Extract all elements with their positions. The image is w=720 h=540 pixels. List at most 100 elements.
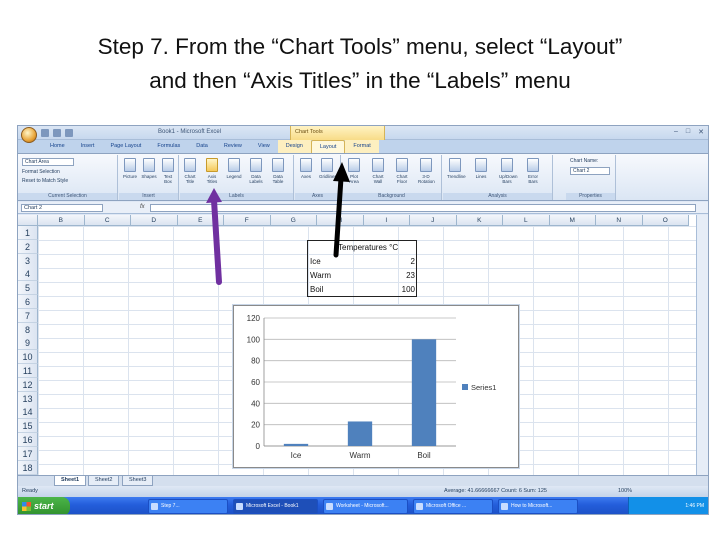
- column-header-b[interactable]: B: [38, 215, 85, 226]
- axes-button[interactable]: Axes: [298, 158, 314, 179]
- table-value-boil[interactable]: 100: [368, 283, 415, 297]
- legend-button[interactable]: Legend: [226, 158, 242, 179]
- taskbar-item[interactable]: Worksheet - Microsoft...: [323, 499, 408, 514]
- tab-home[interactable]: Home: [42, 140, 73, 153]
- row-header-3[interactable]: 3: [18, 253, 38, 268]
- axis-titles-button[interactable]: Axis Titles: [204, 158, 220, 184]
- column-header-i[interactable]: I: [363, 215, 410, 226]
- tab-design[interactable]: Design: [277, 140, 311, 153]
- row-header-5[interactable]: 5: [18, 281, 38, 296]
- row-header-8[interactable]: 8: [18, 322, 38, 337]
- name-box[interactable]: Chart 2: [21, 204, 103, 212]
- column-header-d[interactable]: D: [131, 215, 178, 226]
- row-header-12[interactable]: 12: [18, 377, 38, 392]
- column-header-o[interactable]: O: [642, 215, 689, 226]
- column-header-c[interactable]: C: [84, 215, 131, 226]
- taskbar-item-excel[interactable]: Microsoft Excel - Book1: [233, 499, 318, 514]
- row-header-4[interactable]: 4: [18, 267, 38, 282]
- column-header-m[interactable]: M: [549, 215, 596, 226]
- sheet-tab-sheet3[interactable]: Sheet3: [122, 476, 154, 486]
- row-header-13[interactable]: 13: [18, 391, 38, 406]
- row-header-6[interactable]: 6: [18, 295, 38, 309]
- column-header-n[interactable]: N: [596, 215, 643, 226]
- chart-floor-button[interactable]: Chart Floor: [394, 158, 410, 184]
- tab-data[interactable]: Data: [188, 140, 216, 153]
- tab-review[interactable]: Review: [216, 140, 250, 153]
- lines-button[interactable]: Lines: [473, 158, 489, 179]
- sheet-tab-sheet2[interactable]: Sheet2: [88, 476, 120, 486]
- tab-insert[interactable]: Insert: [73, 140, 103, 153]
- vertical-scrollbar[interactable]: [696, 215, 708, 475]
- group-label: Properties: [566, 193, 615, 200]
- column-header-g[interactable]: G: [270, 215, 317, 226]
- picture-button[interactable]: Picture: [122, 158, 138, 179]
- shapes-button[interactable]: Shapes: [141, 158, 157, 179]
- row-header-9[interactable]: 9: [18, 336, 38, 351]
- 3d-rotation-button[interactable]: 3-D Rotation: [418, 158, 435, 184]
- chart-wall-icon: [372, 158, 384, 172]
- table-value-warm[interactable]: 23: [368, 269, 415, 283]
- row-header-14[interactable]: 14: [18, 405, 38, 420]
- chart-object[interactable]: 0 20 40 60 80 100 120 Ice Warm Boil Series1: [233, 305, 519, 468]
- text-box-button[interactable]: Text Box: [160, 158, 176, 184]
- select-all-corner[interactable]: [18, 215, 38, 226]
- worksheet-grid[interactable]: Temperatures °C Ice Warm Boil 2 23 100 0…: [18, 215, 708, 475]
- data-table-button[interactable]: Data Table: [270, 158, 286, 184]
- redo-icon[interactable]: [65, 129, 73, 137]
- table-header-cell[interactable]: Temperatures °C: [338, 241, 398, 255]
- table-value-ice[interactable]: 2: [368, 255, 415, 269]
- row-header-16[interactable]: 16: [18, 433, 38, 447]
- column-header-f[interactable]: F: [224, 215, 271, 226]
- up-down-bars-button[interactable]: Up/Down Bars: [499, 158, 518, 184]
- zoom-level[interactable]: 100%: [618, 488, 632, 494]
- undo-icon[interactable]: [53, 129, 61, 137]
- tab-view[interactable]: View: [250, 140, 278, 153]
- column-header-j[interactable]: J: [410, 215, 457, 226]
- trendline-button[interactable]: Trendline: [447, 158, 466, 179]
- table-label-boil[interactable]: Boil: [310, 283, 323, 297]
- group-label: Analysis: [443, 193, 552, 200]
- row-header-10[interactable]: 10: [18, 350, 38, 365]
- taskbar-item[interactable]: Microsoft Office ...: [413, 499, 493, 514]
- row-header-2[interactable]: 2: [18, 239, 38, 254]
- taskbar-item[interactable]: Step 7...: [148, 499, 228, 514]
- plot-area-button[interactable]: Plot Area: [346, 158, 362, 184]
- chart-title-button[interactable]: Chart Title: [182, 158, 198, 184]
- gridlines-button[interactable]: Gridlines: [319, 158, 337, 179]
- tab-layout[interactable]: Layout: [310, 140, 346, 153]
- table-label-ice[interactable]: Ice: [310, 255, 321, 269]
- table-label-warm[interactable]: Warm: [310, 269, 331, 283]
- start-button[interactable]: start: [18, 497, 70, 514]
- group-current-selection: Chart Area Format Selection Reset to Mat…: [18, 155, 118, 200]
- row-header-7[interactable]: 7: [18, 308, 38, 323]
- tab-format[interactable]: Format: [345, 140, 379, 153]
- error-bars-button[interactable]: Error Bars: [525, 158, 541, 184]
- format-selection-button[interactable]: Format Selection: [22, 169, 60, 175]
- row-header-17[interactable]: 17: [18, 446, 38, 461]
- chart-elements-dropdown[interactable]: Chart Area: [22, 158, 74, 166]
- column-header-k[interactable]: K: [456, 215, 503, 226]
- row-header-11[interactable]: 11: [18, 364, 38, 378]
- data-labels-button[interactable]: Data Labels: [248, 158, 264, 184]
- close-icon[interactable]: ✕: [698, 128, 704, 136]
- taskbar-item[interactable]: How to Microsoft...: [498, 499, 578, 514]
- column-header-h[interactable]: H: [317, 215, 364, 226]
- chart-name-input[interactable]: Chart 2: [570, 167, 610, 175]
- row-header-1[interactable]: 1: [18, 226, 38, 240]
- tab-formulas[interactable]: Formulas: [149, 140, 188, 153]
- restore-icon[interactable]: □: [686, 128, 690, 136]
- office-button[interactable]: [21, 127, 37, 143]
- ribbon-tabs: Home Insert Page Layout Formulas Data Re…: [18, 140, 708, 153]
- reset-to-match-style-button[interactable]: Reset to Match Style: [22, 178, 68, 184]
- column-header-l[interactable]: L: [503, 215, 550, 226]
- column-header-e[interactable]: E: [177, 215, 224, 226]
- insert-function-icon[interactable]: fx: [140, 204, 145, 210]
- row-header-18[interactable]: 18: [18, 460, 38, 475]
- formula-input[interactable]: [150, 204, 696, 212]
- minimize-icon[interactable]: –: [674, 128, 678, 136]
- save-icon[interactable]: [41, 129, 49, 137]
- row-header-15[interactable]: 15: [18, 419, 38, 434]
- tab-page-layout[interactable]: Page Layout: [102, 140, 149, 153]
- sheet-tab-sheet1[interactable]: Sheet1: [54, 476, 87, 486]
- chart-wall-button[interactable]: Chart Wall: [370, 158, 386, 184]
